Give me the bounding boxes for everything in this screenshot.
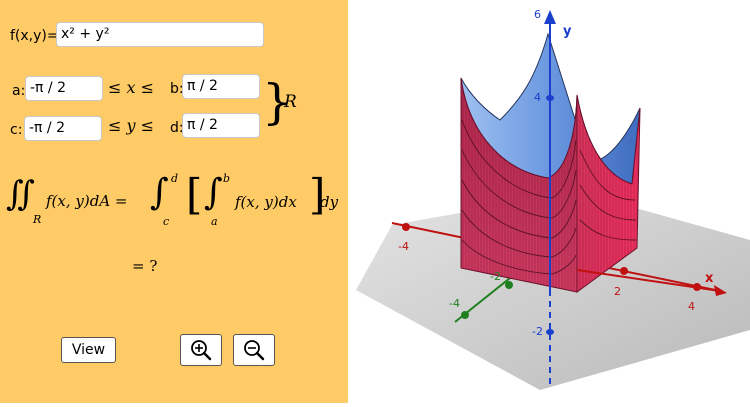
3d-graphics-view[interactable]: y x 6 4 -2 -4 -2 -4 2 4 bbox=[356, 0, 750, 403]
upper-limit-d: d bbox=[171, 172, 179, 185]
b-input[interactable]: π / 2 bbox=[182, 74, 260, 99]
tick-marker bbox=[693, 283, 701, 291]
tick-label: 6 bbox=[534, 8, 541, 21]
tick-label: -2 bbox=[532, 325, 543, 338]
dy-term: dy bbox=[320, 193, 339, 211]
zoom-in-icon bbox=[191, 340, 212, 361]
tick-label: 2 bbox=[614, 285, 621, 298]
left-bracket: [ bbox=[186, 170, 203, 219]
tick-label: 4 bbox=[688, 300, 695, 313]
zoom-out-icon bbox=[244, 340, 265, 361]
y-axis-label: y bbox=[563, 24, 572, 39]
tick-marker bbox=[620, 267, 628, 275]
tick-label: -4 bbox=[398, 240, 409, 253]
d-input[interactable]: π / 2 bbox=[182, 113, 260, 138]
y-inequality: ≤ y ≤ bbox=[108, 116, 155, 135]
outer-integral-sign: ∫ bbox=[150, 172, 169, 213]
inner-integrand: f(x, y)dx bbox=[235, 193, 297, 211]
tick-label: -4 bbox=[449, 297, 460, 310]
region-subscript: R bbox=[33, 213, 42, 226]
function-input[interactable]: x² + y² bbox=[56, 22, 264, 47]
tick-label: -2 bbox=[490, 270, 501, 283]
zoom-out-button[interactable] bbox=[233, 334, 275, 366]
lower-limit-c: c bbox=[163, 215, 170, 228]
inner-integral-sign: ∫ bbox=[204, 172, 223, 213]
tick-marker bbox=[546, 95, 554, 101]
lower-limit-a: a bbox=[211, 215, 218, 228]
c-input[interactable]: -π / 2 bbox=[24, 116, 102, 141]
a-input[interactable]: -π / 2 bbox=[25, 76, 103, 101]
c-label: c: bbox=[10, 122, 23, 138]
zoom-in-button[interactable] bbox=[180, 334, 222, 366]
tick-marker bbox=[505, 281, 513, 289]
tick-label: 4 bbox=[534, 91, 541, 104]
result-text: = ? bbox=[132, 257, 158, 275]
x-inequality: ≤ x ≤ bbox=[108, 78, 155, 97]
a-label: a: bbox=[12, 83, 26, 99]
tick-marker bbox=[402, 223, 410, 231]
view-button[interactable]: View bbox=[61, 337, 116, 363]
panel-divider bbox=[348, 0, 356, 403]
control-panel: f(x,y)= x² + y² a: -π / 2 ≤ x ≤ b: π / 2… bbox=[0, 0, 348, 403]
x-axis-label: x bbox=[705, 271, 714, 286]
function-label: f(x,y)= bbox=[10, 28, 59, 44]
upper-limit-b: b bbox=[223, 172, 231, 185]
region-label: R bbox=[284, 92, 297, 112]
double-integral-sign: ∬ bbox=[6, 174, 35, 214]
z-axis-arrow bbox=[544, 10, 556, 24]
tick-marker bbox=[461, 311, 469, 319]
tick-marker bbox=[546, 329, 554, 335]
integrand-left: f(x, y)dA = bbox=[46, 192, 128, 210]
3d-plot[interactable] bbox=[356, 0, 750, 403]
